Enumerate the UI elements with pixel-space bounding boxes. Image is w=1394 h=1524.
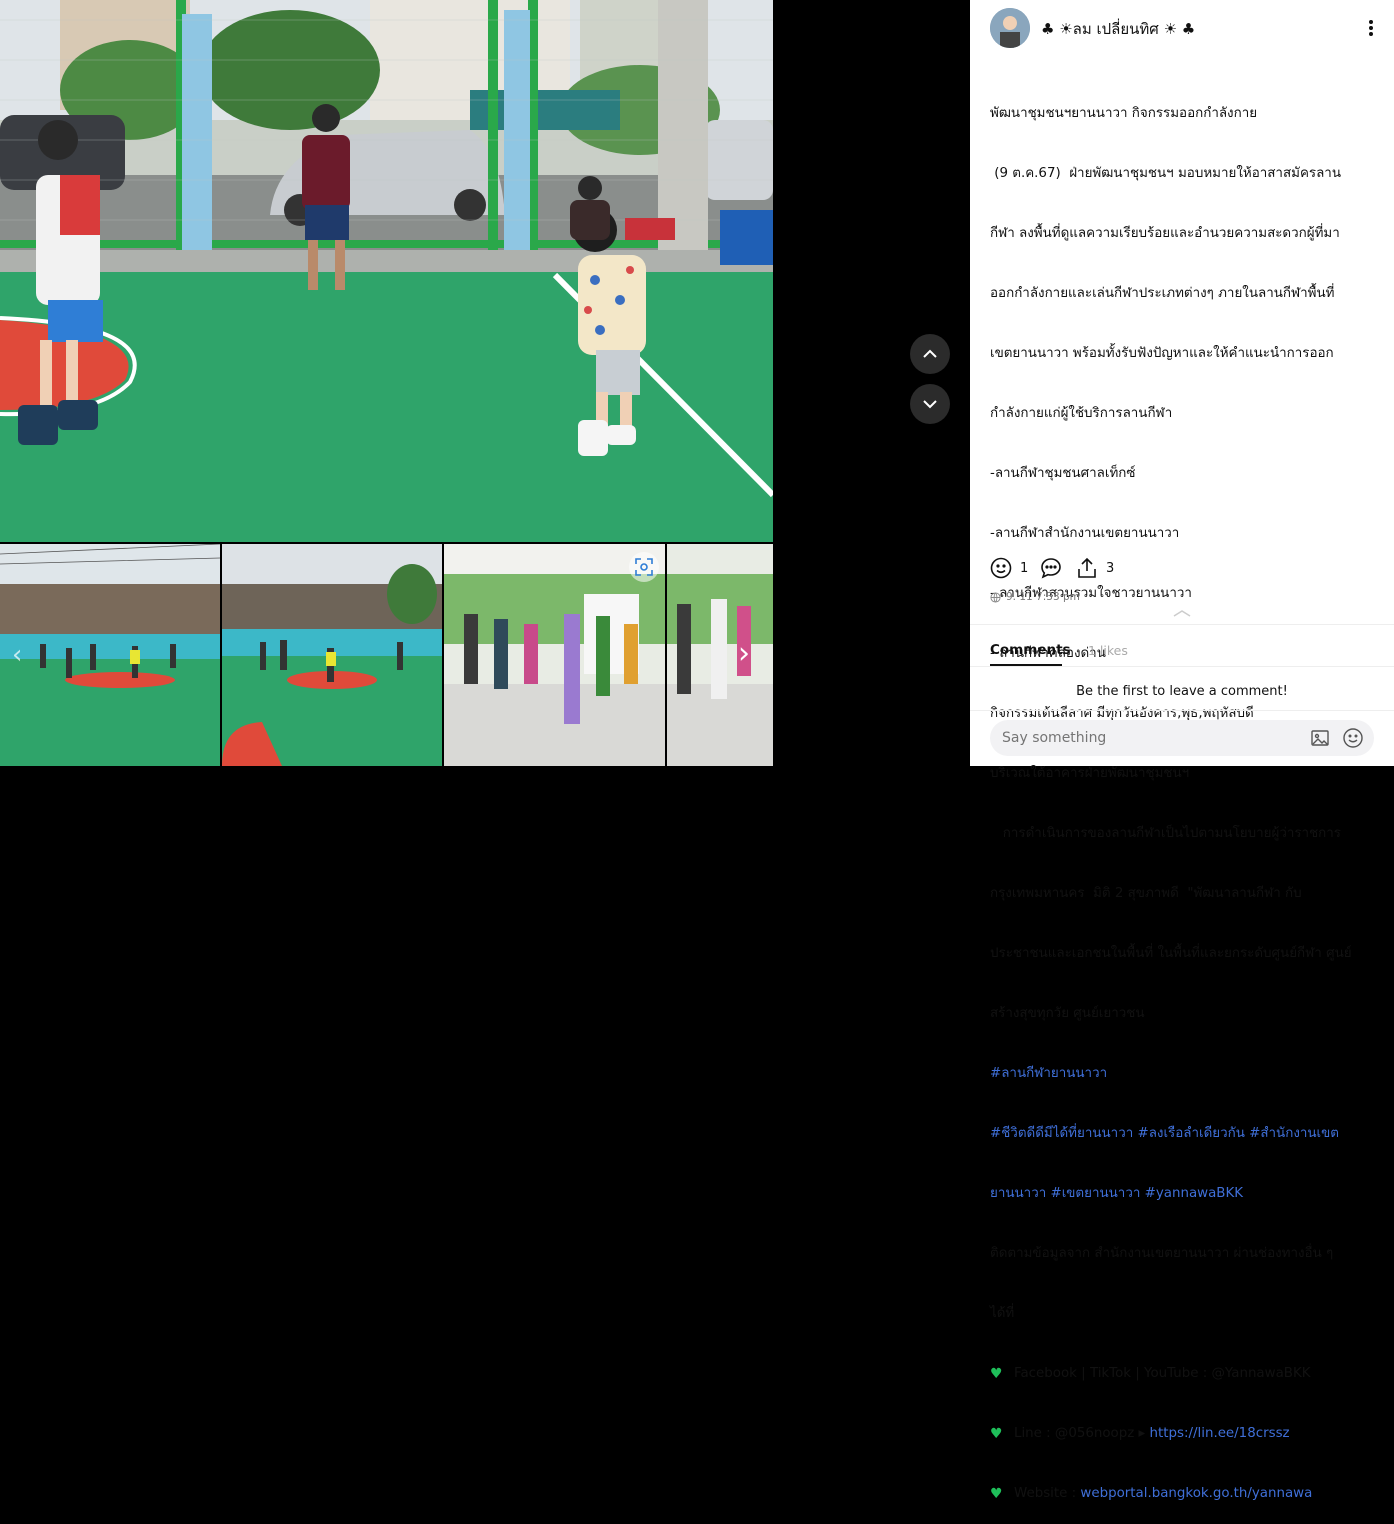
- post-line: กรุงเทพมหานคร มิติ 2 สุขภาพดี "พัฒนาลานก…: [990, 886, 1302, 901]
- contact-website: ♥ Website : webportal.bangkok.go.th/yann…: [990, 1484, 1376, 1504]
- share-count: 3: [1106, 560, 1115, 576]
- line-link[interactable]: https://lin.ee/18crssz: [1150, 1424, 1290, 1444]
- scan-icon[interactable]: [629, 552, 659, 582]
- divider: [970, 624, 1394, 625]
- post-line: บริเวณใต้อาคารฝ่ายพัฒนาชุมชนฯ: [990, 766, 1190, 781]
- contact-line-text: Line : @056noopz ▸: [1014, 1426, 1150, 1441]
- post-line: การดำเนินการของลานกีฬาเป็นไปตามนโยบายผู้…: [990, 826, 1341, 841]
- share-icon: [1078, 557, 1096, 578]
- post-line: ออกกำลังกายและเล่นกีฬาประเภทต่างๆ ภายในล…: [990, 286, 1335, 301]
- comment-input[interactable]: [1002, 720, 1302, 756]
- tab-likes[interactable]: 1 likes: [1088, 643, 1128, 658]
- post-line: -ลานกีฬาสำนักงานเขตยานนาวา: [990, 526, 1180, 541]
- post-line: -ลานกีฬาชุมชนศาลเท็กซ์: [990, 466, 1136, 481]
- post-timestamp: 9. 11 7:33 pm: [990, 591, 1080, 603]
- comment-button[interactable]: [1040, 557, 1062, 579]
- previous-post-button[interactable]: [910, 334, 950, 374]
- reaction-count: 1: [1020, 560, 1029, 576]
- post-line: เขตยานนาวา พร้อมทั้งรับฟังปัญหาและให้คำแ…: [990, 346, 1334, 361]
- contact-line: ♥ Line : @056noopz ▸ https://lin.ee/18cr…: [990, 1424, 1376, 1444]
- avatar[interactable]: [990, 8, 1030, 48]
- divider: [970, 666, 1394, 667]
- contact-social: ♥ Facebook | TikTok | YouTube : @Yannawa…: [990, 1364, 1376, 1384]
- chevron-down-icon: [923, 400, 937, 409]
- green-heart-icon: ♥: [990, 1486, 1003, 1502]
- post-line: (9 ต.ค.67) ฝ่ายพัฒนาชุมชนฯ มอบหมายให้อาส…: [990, 166, 1341, 181]
- contact-website-text: Website :: [1014, 1486, 1081, 1501]
- post-line: กำลังกายแก่ผู้ใช้บริการลานกีฬา: [990, 406, 1173, 421]
- post-line: กีฬา ลงพื้นที่ดูแลความเรียบร้อยและอำนวยค…: [990, 226, 1340, 241]
- post-line: พัฒนาชุมชนฯยานนาวา กิจกรรมออกกำลังกาย: [990, 106, 1258, 121]
- hashtag-link[interactable]: #ลานกีฬายานนาวา: [990, 1064, 1376, 1084]
- globe-icon: [990, 591, 1001, 603]
- chevron-up-icon: [923, 349, 937, 358]
- image-icon[interactable]: [1310, 728, 1330, 752]
- reaction-button[interactable]: 1: [990, 557, 1028, 579]
- empty-comments-text: Be the first to leave a comment!: [1076, 684, 1288, 699]
- main-photo[interactable]: [0, 0, 773, 542]
- comment-icon: [1041, 558, 1061, 579]
- more-icon[interactable]: [1363, 18, 1379, 38]
- tab-comments[interactable]: Comments: [990, 642, 1071, 658]
- post-line: สร้างสุขทุกวัย ศูนย์เยาวชน: [990, 1006, 1145, 1021]
- post-line: ประชาชนและเอกชนในพื้นที่ ในพื้นที่และยกร…: [990, 946, 1352, 961]
- chevron-up-icon: [1173, 610, 1191, 617]
- photo-viewer: ‹ ›: [0, 0, 970, 766]
- next-post-button[interactable]: [910, 384, 950, 424]
- timestamp-text: 9. 11 7:33 pm: [1006, 591, 1080, 603]
- contact-social-text: Facebook | TikTok | YouTube : @YannawaBK…: [1014, 1366, 1311, 1381]
- collapse-chevron[interactable]: [1172, 603, 1192, 622]
- green-heart-icon: ♥: [990, 1366, 1003, 1382]
- prev-icon[interactable]: ‹: [12, 640, 22, 670]
- post-body: พัฒนาชุมชนฯยานนาวา กิจกรรมออกกำลังกาย (9…: [990, 64, 1376, 1524]
- post-line: ได้ที่: [990, 1306, 1015, 1321]
- thumbnail-2[interactable]: [222, 544, 442, 766]
- post-line: ติดตามข้อมูลจาก สำนักงานเขตยานนาวา ผ่านช…: [990, 1246, 1334, 1261]
- divider: [970, 710, 1394, 711]
- author-name[interactable]: ♣ ☀ลม เปลี่ยนทิศ ☀ ♣: [1041, 17, 1195, 41]
- thumbnail-1[interactable]: [0, 544, 220, 766]
- next-icon[interactable]: ›: [738, 636, 750, 671]
- smile-icon: [990, 557, 1012, 579]
- thumbnail-4[interactable]: [667, 544, 773, 766]
- comment-input-box[interactable]: [990, 720, 1374, 756]
- hashtag-link[interactable]: #ชีวิตดีดีมีได้ที่ยานนาวา #ลงเรือลำเดียว…: [990, 1124, 1376, 1144]
- hashtag-link[interactable]: ยานนาวา #เขตยานนาวา #yannawaBKK: [990, 1184, 1376, 1204]
- emoji-icon[interactable]: [1342, 727, 1364, 753]
- website-link[interactable]: webportal.bangkok.go.th/yannawa: [1080, 1484, 1312, 1504]
- green-heart-icon: ♥: [990, 1426, 1003, 1442]
- share-button[interactable]: 3: [1076, 557, 1114, 579]
- thumbnail-3[interactable]: [444, 544, 665, 766]
- thumbnail-strip: ‹ ›: [0, 544, 773, 766]
